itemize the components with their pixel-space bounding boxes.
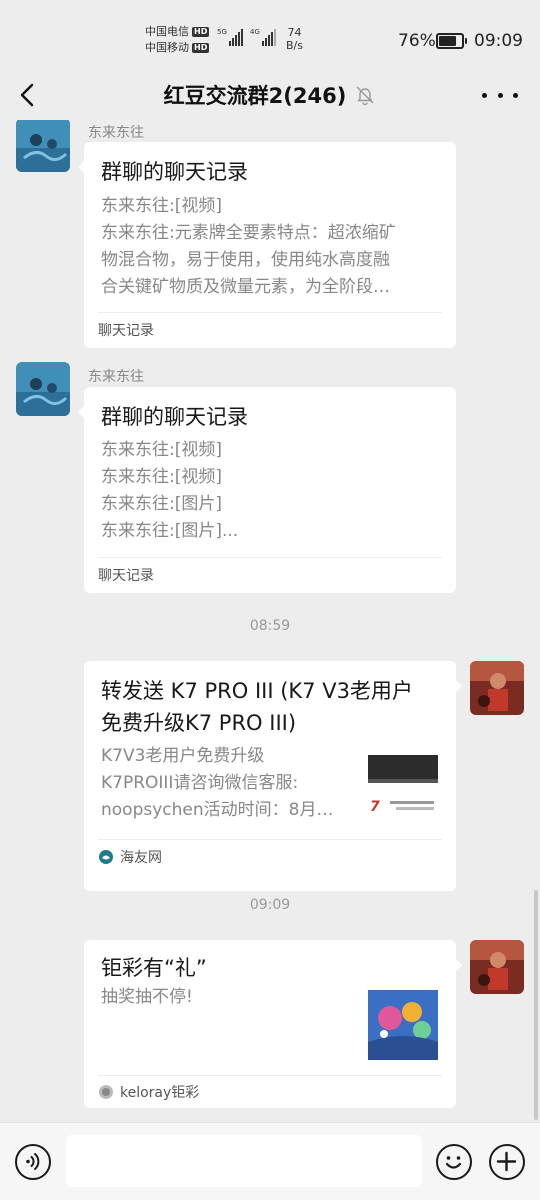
chat-header: 红豆交流群2(246) [0,70,540,120]
carrier-2: 中国移动 [145,41,189,54]
carrier-info: 中国电信 HD 中国移动 HD [145,24,210,56]
sender-avatar[interactable] [16,120,70,172]
link-thumbnail: 7 [368,751,438,821]
card-footer: 海友网 [98,847,162,867]
sender-name: 东来东往 [88,369,144,385]
scrollbar[interactable] [534,890,538,1120]
more-options-icon[interactable] [482,82,518,108]
add-icon[interactable] [489,1144,525,1180]
card-footer: keloray钜彩 [98,1082,199,1102]
input-bar [0,1122,540,1200]
card-line: K7PROIII请咨询微信客服: [101,773,299,793]
battery-percent: 76% [398,31,436,51]
hd-badge: HD [192,27,210,37]
emoji-icon[interactable] [436,1144,472,1180]
chat-title-bar: 红豆交流群2(246) [0,80,540,110]
self-avatar[interactable] [470,661,524,715]
chat-history-card[interactable]: 群聊的聊天记录 东来东往:[视频] 东来东往:元素牌全要素特点：超浓缩矿 物混合… [78,142,456,348]
source-name: keloray钜彩 [120,1085,200,1101]
card-footer: 聊天记录 [98,568,154,584]
card-line: 东来东往:[图片] [101,494,222,514]
source-logo-icon [99,850,113,864]
card-footer: 聊天记录 [98,323,154,339]
link-card[interactable]: 转发送 K7 PRO III (K7 V3老用户 免费升级K7 PRO III)… [84,661,462,891]
card-line: 东来东往:[视频] [101,467,222,487]
card-line: 东来东往:[图片]... [101,521,239,541]
source-name: 海友网 [120,850,162,866]
signal-4g-icon: 4G [250,28,276,46]
sender-name: 东来东往 [88,125,144,141]
card-title: 钜彩有“礼” [101,956,207,980]
message-input[interactable] [66,1135,422,1187]
card-line: 东来东往:[视频] [101,196,222,216]
mute-bell-icon [356,86,374,106]
chat-area[interactable]: 东来东往 群聊的聊天记录 东来东往:[视频] 东来东往:元素牌全要素特点：超浓缩… [0,120,540,1122]
chat-history-card[interactable]: 群聊的聊天记录 东来东往:[视频] 东来东往:[视频] 东来东往:[图片] 东来… [78,387,456,593]
card-title: 群聊的聊天记录 [101,160,248,184]
link-thumbnail [368,990,438,1060]
card-line: 物混合物，易于使用，使用纯水高度融 [101,250,390,270]
self-avatar[interactable] [470,940,524,994]
hd-badge: HD [192,43,210,53]
card-title: 群聊的聊天记录 [101,405,248,429]
network-speed: 74 B/s [286,26,303,52]
source-logo-icon [99,1085,113,1099]
card-line: K7V3老用户免费升级 [101,746,265,766]
card-line: 合关键矿物质及微量元素，为全阶段… [101,277,390,297]
svg-text:7: 7 [370,799,380,815]
voice-icon[interactable] [15,1144,51,1180]
card-line: noopsychen活动时间：8月… [101,800,334,820]
card-title: 转发送 K7 PRO III (K7 V3老用户 [101,679,413,703]
sender-avatar[interactable] [16,362,70,416]
status-time: 09:09 [474,31,523,51]
battery-icon [436,33,467,49]
timestamp: 08:59 [249,618,291,634]
link-card[interactable]: 钜彩有“礼” 抽奖抽不停! keloray钜彩 [84,940,462,1108]
card-line: 抽奖抽不停! [101,987,193,1007]
status-bar: 中国电信 HD 中国移动 HD 5G 4G 74 B/s 76% 09:09 [0,0,540,70]
card-line: 东来东往:元素牌全要素特点：超浓缩矿 [101,223,396,243]
carrier-1: 中国电信 [145,25,189,38]
card-line: 东来东往:[视频] [101,440,222,460]
card-title: 免费升级K7 PRO III) [101,711,297,735]
chat-title: 红豆交流群2(246) [163,84,347,108]
timestamp: 09:09 [249,897,291,913]
signal-5g-icon: 5G [217,28,243,46]
